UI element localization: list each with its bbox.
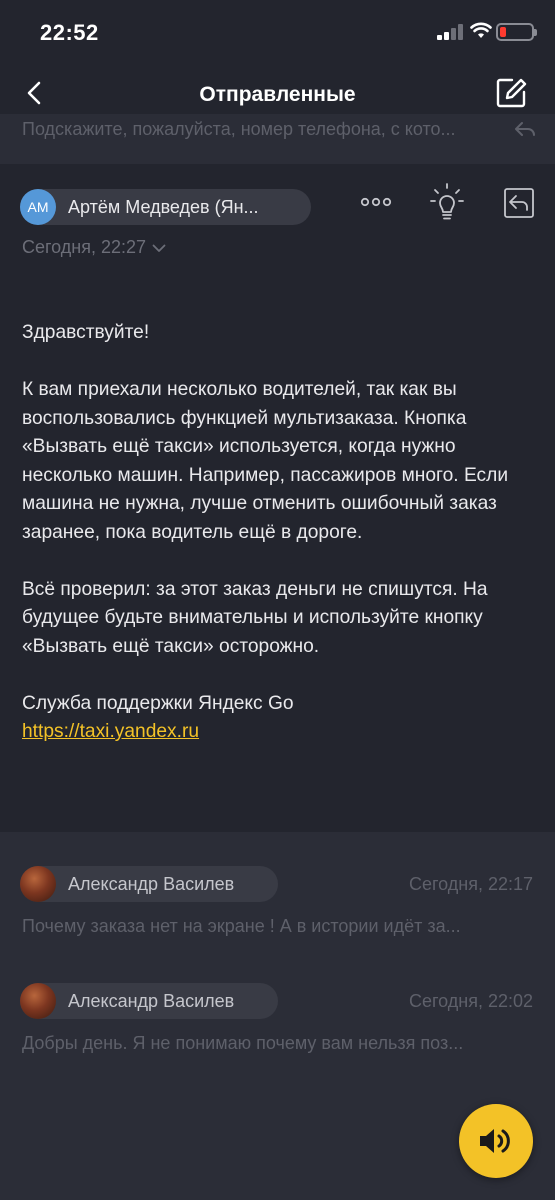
message-date: Сегодня, 22:17 [408,874,533,894]
message-greeting: Здравствуйте! [22,322,150,343]
more-icon[interactable] [360,195,392,209]
sender-chip[interactable]: Александр Василев [20,866,278,902]
list-item[interactable]: Александр Василев Сегодня, 22:02 Добры д… [0,983,555,1083]
status-bar: 22:52 [0,0,555,66]
previous-message-snippet: Подскажите, пожалуйста, номер телефона, … [22,119,456,139]
sender-name: Александр Василев [68,991,235,1011]
message-paragraph: К вам приехали несколько водителей, так … [22,379,509,543]
avatar: АМ [20,189,56,225]
cellular-signal-icon [437,24,463,40]
list-item[interactable]: Александр Василев Сегодня, 22:17 Почему … [0,866,555,966]
avatar [20,983,56,1019]
wifi-icon [470,22,492,38]
battery-level [500,27,506,37]
message-body: Здравствуйте! К вам приехали несколько в… [22,319,542,747]
message-paragraph: Всё проверил: за этот заказ деньги не сп… [22,578,488,657]
sender-chip[interactable]: АМ Артём Медведев (Ян... [20,189,311,225]
chevron-down-icon [152,244,166,252]
sender-name: Александр Василев [68,874,235,894]
voice-button[interactable] [459,1104,533,1178]
status-time: 22:52 [40,20,99,45]
signature-text: Служба поддержки Яндекс Go [22,692,294,714]
sender-chip[interactable]: Александр Василев [20,983,278,1019]
reply-icon[interactable] [502,186,536,220]
speaker-icon [480,1129,510,1153]
compose-icon[interactable] [494,76,528,110]
reply-icon [515,122,535,136]
message-date-text: Сегодня, 22:27 [22,237,147,257]
support-link[interactable]: https://taxi.yandex.ru [22,718,542,747]
battery-icon [496,23,537,41]
page-title: Отправленные [199,83,356,106]
message-date[interactable]: Сегодня, 22:27 [22,237,166,258]
message-expanded: АМ Артём Медведев (Ян... Сегодня, 22:27 … [0,164,555,832]
message-snippet: Добры день. Я не понимаю почему вам нель… [22,1033,464,1053]
message-signature: Служба поддержки Яндекс Go https://taxi.… [22,690,542,747]
previous-message-collapsed[interactable]: Подскажите, пожалуйста, номер телефона, … [0,114,555,164]
message-date: Сегодня, 22:02 [408,991,533,1011]
lightbulb-icon[interactable] [430,182,464,222]
message-snippet: Почему заказа нет на экране ! А в истори… [22,916,461,936]
avatar [20,866,56,902]
sender-name: Артём Медведев (Ян... [68,197,259,217]
